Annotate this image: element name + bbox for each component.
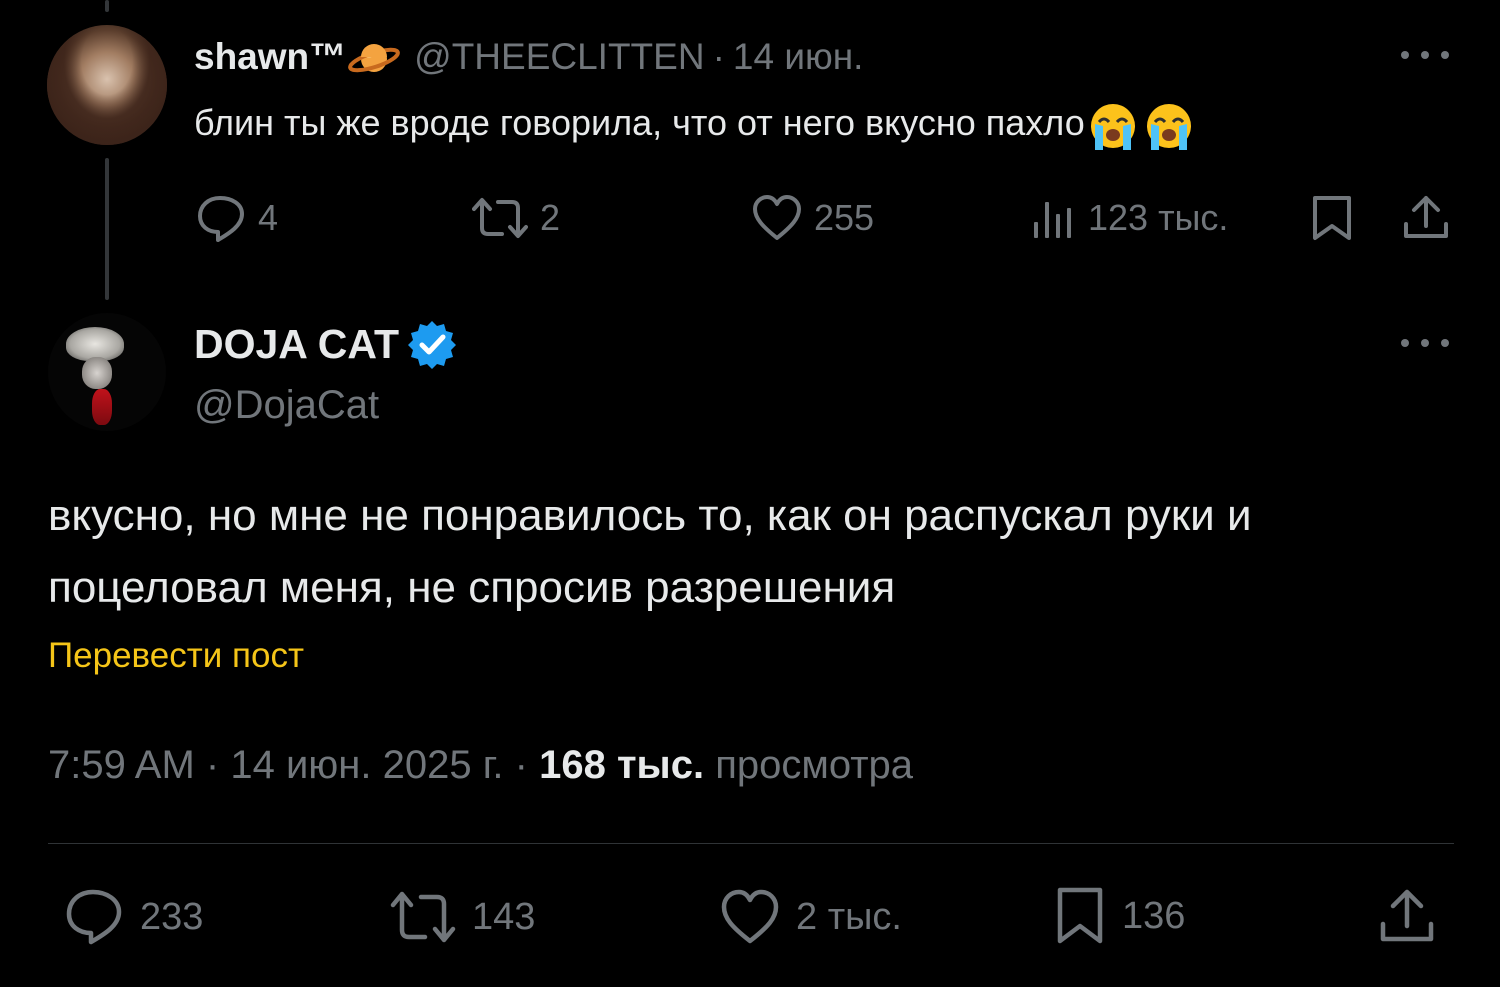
repost-count: 143: [472, 895, 536, 938]
like-count: 2 тыс.: [796, 895, 902, 938]
share-button[interactable]: [1402, 194, 1450, 242]
views-label: просмотра: [715, 743, 914, 787]
views-count: 123 тыс.: [1088, 197, 1229, 238]
divider: [48, 843, 1454, 844]
more-options-button[interactable]: [1401, 331, 1449, 355]
bookmark-button[interactable]: 136: [1054, 886, 1185, 946]
main-tweet-author: DOJA CAT: [194, 318, 457, 370]
tweet-time[interactable]: 7:59 AM: [48, 743, 195, 787]
share-icon: [1378, 888, 1436, 946]
heart-icon: [720, 888, 780, 946]
repost-button[interactable]: 143: [390, 890, 535, 944]
separator-dot: ·: [205, 743, 220, 787]
verified-badge-icon[interactable]: [407, 319, 457, 369]
reply-icon: [196, 194, 246, 242]
bookmark-button[interactable]: [1310, 194, 1354, 242]
author-handle[interactable]: @THEECLITTEN: [414, 33, 704, 81]
heart-icon: [752, 194, 802, 242]
reply-count: 233: [140, 895, 204, 938]
author-handle[interactable]: @DojaCat: [194, 379, 379, 431]
repost-button[interactable]: 2: [472, 196, 560, 240]
reply-tweet-body: блин ты же вроде говорила, что от него в…: [194, 102, 1085, 143]
more-options-button[interactable]: [1401, 43, 1449, 67]
repost-icon: [472, 196, 528, 240]
analytics-icon: [1032, 196, 1076, 240]
reply-button[interactable]: 4: [196, 194, 278, 242]
bookmark-icon: [1310, 194, 1354, 242]
tweet-date[interactable]: 14 июн. 2025 г.: [230, 743, 503, 787]
views-button[interactable]: 123 тыс.: [1032, 196, 1228, 240]
views-count: 168 тыс.: [539, 743, 705, 787]
main-tweet-text: вкусно, но мне не понравилось то, как он…: [48, 491, 1252, 612]
avatar-dojacat[interactable]: [48, 313, 166, 431]
bookmark-icon: [1054, 886, 1106, 946]
reply-icon: [64, 888, 124, 946]
repost-count: 2: [540, 197, 561, 238]
reply-tweet-text: блин ты же вроде говорила, что от него в…: [194, 98, 1197, 150]
thread-line-connector: [105, 158, 109, 300]
loudly-crying-face-icon: [1141, 102, 1197, 152]
tweet-metadata: 7:59 AM · 14 июн. 2025 г. · 168 тыс. про…: [48, 738, 913, 792]
share-icon: [1402, 194, 1450, 242]
tweet-date[interactable]: 14 июн.: [733, 33, 864, 81]
separator-dot: ·: [514, 743, 528, 787]
repost-icon: [390, 890, 456, 944]
like-count: 255: [814, 197, 875, 238]
avatar-shawn[interactable]: [47, 25, 167, 145]
reply-button[interactable]: 233: [64, 888, 203, 946]
author-name[interactable]: shawn™: [194, 33, 346, 81]
reply-tweet-header: shawn™ @THEECLITTEN · 14 июн.: [194, 33, 863, 81]
translate-post-link[interactable]: Перевести пост: [48, 632, 304, 680]
like-button[interactable]: 2 тыс.: [720, 888, 902, 946]
reply-count: 4: [258, 197, 279, 238]
thread-line-top: [105, 0, 109, 12]
loudly-crying-face-icon: [1085, 102, 1141, 152]
share-button[interactable]: [1378, 888, 1436, 946]
ringed-planet-icon: [348, 39, 401, 79]
author-name[interactable]: DOJA CAT: [194, 318, 399, 370]
bookmark-count: 136: [1122, 894, 1186, 937]
separator-dot: ·: [712, 36, 725, 77]
like-button[interactable]: 255: [752, 194, 874, 242]
